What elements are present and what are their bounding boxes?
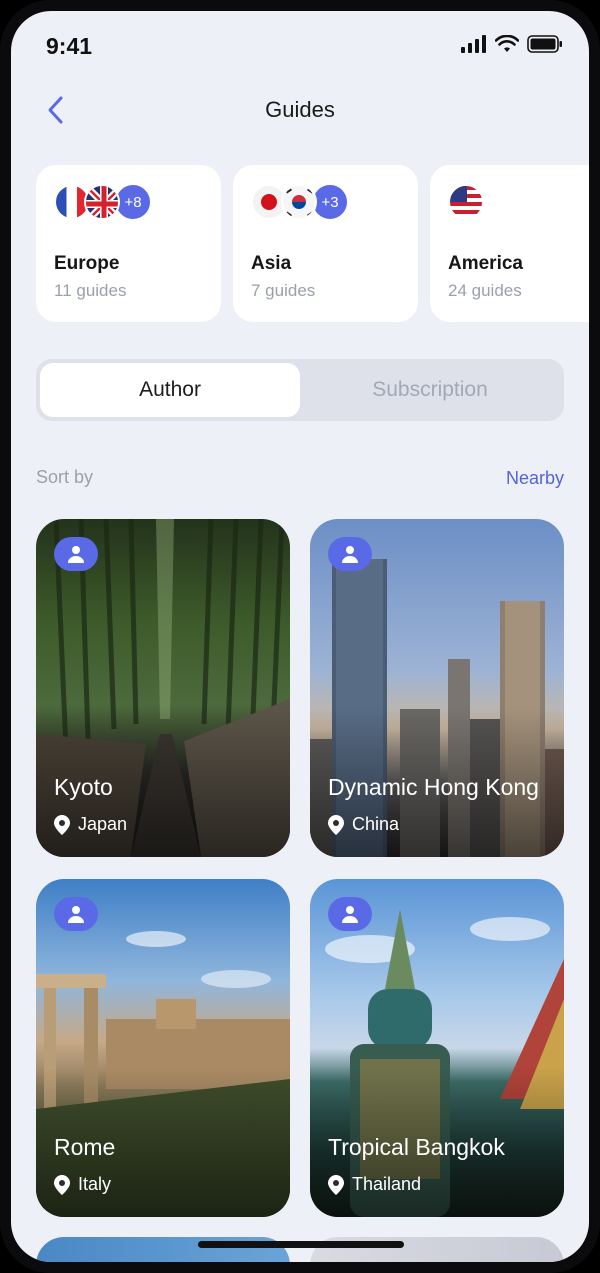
uk-flag-icon <box>84 184 120 220</box>
tab-author[interactable]: Author <box>40 363 300 417</box>
author-badge <box>328 897 372 931</box>
region-carousel[interactable]: +8 Europe 11 guides +3 Asia 7 guides Ame… <box>36 165 589 322</box>
region-card-america[interactable]: America 24 guides <box>430 165 589 322</box>
status-time: 9:41 <box>46 33 93 59</box>
guide-location: Thailand <box>328 1174 421 1195</box>
region-count: 11 guides <box>54 281 127 300</box>
author-badge <box>54 537 98 571</box>
location-pin-icon <box>328 1174 344 1195</box>
guide-title: Rome <box>54 1134 116 1160</box>
location-text: Italy <box>78 1174 112 1194</box>
guide-card-kyoto[interactable]: Kyoto Japan <box>36 519 290 857</box>
location-pin-icon <box>328 814 344 835</box>
status-icons <box>461 35 563 53</box>
tab-subscription[interactable]: Subscription <box>300 363 560 417</box>
location-text: China <box>352 814 400 834</box>
guide-location: China <box>328 814 399 835</box>
region-count: 24 guides <box>448 281 522 300</box>
guide-card-rome[interactable]: Rome Italy <box>36 879 290 1217</box>
home-indicator[interactable] <box>198 1241 404 1248</box>
region-count: 7 guides <box>251 281 316 300</box>
author-badge <box>328 537 372 571</box>
flag-stack: +3 <box>251 183 400 221</box>
region-card-europe[interactable]: +8 Europe 11 guides <box>36 165 221 322</box>
usa-flag-icon <box>448 184 484 220</box>
flag-stack: +8 <box>54 183 203 221</box>
user-icon <box>342 546 358 563</box>
wifi-icon <box>495 35 519 52</box>
region-name: Asia <box>251 253 292 274</box>
location-text: Thailand <box>352 1174 422 1194</box>
guide-card-hong-kong[interactable]: Dynamic Hong Kong China <box>310 519 564 857</box>
location-pin-icon <box>54 1174 70 1195</box>
segmented-control: Author Subscription <box>36 359 564 421</box>
region-card-asia[interactable]: +3 Asia 7 guides <box>233 165 418 322</box>
author-badge <box>54 897 98 931</box>
guide-title: Tropical Bangkok <box>328 1134 505 1160</box>
guide-card-bangkok[interactable]: Tropical Bangkok Thailand <box>310 879 564 1217</box>
location-text: Japan <box>78 814 128 834</box>
guide-title: Dynamic Hong Kong <box>328 774 539 800</box>
guide-location: Italy <box>54 1174 111 1195</box>
sort-option-button[interactable]: Nearby <box>506 468 564 489</box>
user-icon <box>342 906 358 923</box>
screen: 9:41 Guides +8 Europe 11 guides +3 Asia … <box>11 11 589 1262</box>
battery-icon <box>527 35 562 53</box>
user-icon <box>68 906 84 923</box>
guide-grid: Kyoto Japan Dynamic Hong Kong China Rome… <box>36 519 564 1217</box>
region-name: Europe <box>54 253 120 274</box>
guide-title: Kyoto <box>54 774 113 800</box>
user-icon <box>68 546 84 563</box>
region-name: America <box>448 253 523 274</box>
korea-flag-icon <box>281 184 317 220</box>
signal-icon <box>461 35 486 53</box>
flag-stack <box>448 183 589 221</box>
phone-frame: 9:41 Guides +8 Europe 11 guides +3 Asia … <box>0 0 600 1273</box>
page-title: Guides <box>265 97 335 122</box>
sort-label: Sort by <box>36 467 94 487</box>
guide-location: Japan <box>54 814 127 835</box>
location-pin-icon <box>54 814 70 835</box>
